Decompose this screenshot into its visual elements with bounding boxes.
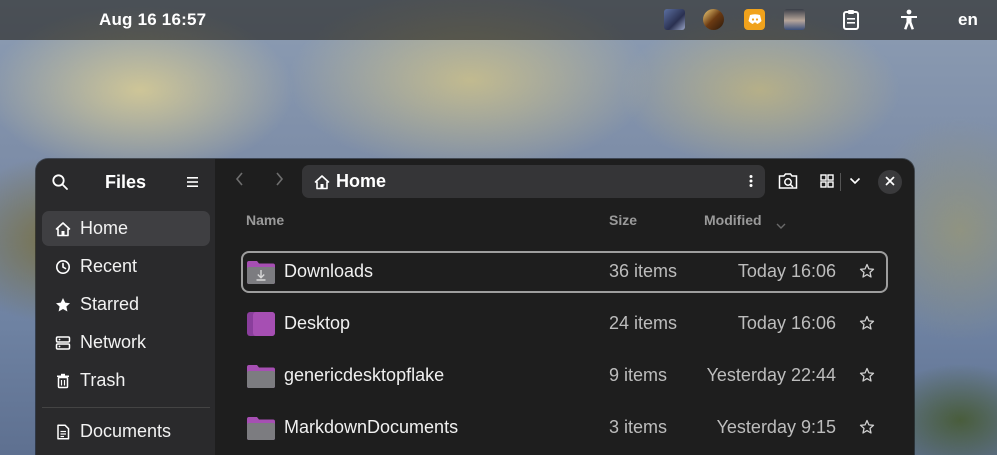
- discord-icon[interactable]: [744, 9, 765, 30]
- document-icon: [55, 423, 71, 440]
- column-header-size[interactable]: Size: [609, 212, 637, 228]
- file-modified: Yesterday 9:15: [716, 417, 836, 437]
- network-icon: [55, 335, 71, 351]
- file-modified: Today 16:06: [737, 261, 836, 281]
- star-icon: [55, 297, 71, 313]
- file-modified: Yesterday 22:44: [706, 365, 836, 385]
- file-row-markdowndocuments[interactable]: MarkdownDocuments 3 items Yesterday 9:15: [241, 407, 888, 449]
- trash-icon: [55, 373, 71, 389]
- header-bar: Home: [215, 159, 914, 205]
- sidebar-item-label: Documents: [80, 421, 172, 441]
- sidebar-header: Files: [36, 159, 215, 205]
- sidebar-item-trash[interactable]: Trash: [42, 363, 210, 398]
- folder-icon: [246, 415, 276, 441]
- sidebar-item-documents[interactable]: Documents: [42, 414, 210, 449]
- file-name: Desktop: [284, 313, 351, 333]
- sort-chevron-icon: [776, 217, 786, 235]
- file-name: genericdesktopflake: [284, 365, 445, 385]
- vlc-like-icon[interactable]: [703, 9, 724, 30]
- sidebar-item-label: Starred: [80, 294, 140, 314]
- home-icon: [55, 221, 71, 237]
- star-icon[interactable]: [859, 419, 875, 435]
- sidebar-item-starred[interactable]: Starred: [42, 287, 210, 322]
- clock-icon: [55, 259, 71, 275]
- star-icon[interactable]: [859, 263, 875, 279]
- column-header-modified[interactable]: Modified: [704, 212, 762, 228]
- downloads-folder-icon: [246, 259, 276, 285]
- star-icon[interactable]: [859, 315, 875, 331]
- accessibility-icon[interactable]: [899, 9, 920, 30]
- file-size: 24 items: [609, 313, 678, 333]
- sidebar-item-label: Recent: [80, 256, 138, 276]
- home-icon: [314, 174, 330, 190]
- file-size: 36 items: [609, 261, 678, 281]
- search-folder-button[interactable]: [777, 170, 799, 192]
- sidebar-item-home[interactable]: Home: [42, 211, 210, 246]
- file-size: 3 items: [609, 417, 668, 437]
- language-indicator[interactable]: en: [958, 10, 978, 30]
- close-button[interactable]: [878, 170, 902, 194]
- grid-view-icon[interactable]: [816, 170, 838, 192]
- column-header-name[interactable]: Name: [246, 212, 284, 228]
- path-menu-icon[interactable]: [749, 173, 753, 189]
- file-row-desktop[interactable]: Desktop 24 items Today 16:06: [241, 303, 888, 345]
- close-icon: [885, 173, 895, 191]
- chevron-down-icon[interactable]: [844, 170, 866, 192]
- sidebar-item-label: Network: [80, 332, 147, 352]
- forward-button[interactable]: [270, 171, 290, 191]
- file-row-genericdesktopflake[interactable]: genericdesktopflake 9 items Yesterday 22…: [241, 355, 888, 397]
- sidebar-item-label: Home: [80, 218, 129, 238]
- desktop-folder-icon: [246, 311, 276, 337]
- hamburger-menu-icon[interactable]: [186, 175, 200, 187]
- folder-icon: [246, 363, 276, 389]
- sidebar-item-network[interactable]: Network: [42, 325, 210, 360]
- star-icon[interactable]: [859, 367, 875, 383]
- top-bar: Aug 16 16:57 en: [0, 0, 997, 40]
- app-thumbnail-icon[interactable]: [664, 9, 685, 30]
- sidebar-divider: [42, 407, 210, 408]
- file-modified: Today 16:06: [737, 313, 836, 333]
- path-bar[interactable]: Home: [302, 165, 765, 198]
- sidebar-item-label: Trash: [80, 370, 126, 390]
- file-size: 9 items: [609, 365, 668, 385]
- file-name: Downloads: [284, 261, 374, 281]
- sidebar: Files Home Recent Starred Network Trash …: [36, 159, 215, 455]
- file-row-downloads[interactable]: Downloads 36 items Today 16:06: [241, 251, 888, 293]
- back-button[interactable]: [229, 171, 249, 191]
- clipboard-icon[interactable]: [842, 9, 863, 30]
- avatar-icon[interactable]: [784, 9, 805, 30]
- clock[interactable]: Aug 16 16:57: [99, 10, 206, 30]
- main-content: Home Name Size Modified Downloads 36 ite…: [215, 159, 914, 455]
- file-name: MarkdownDocuments: [284, 417, 459, 437]
- sidebar-item-recent[interactable]: Recent: [42, 249, 210, 284]
- current-path-label[interactable]: Home: [336, 171, 386, 192]
- view-button-divider: [840, 173, 841, 191]
- files-window: Files Home Recent Starred Network Trash …: [36, 159, 914, 455]
